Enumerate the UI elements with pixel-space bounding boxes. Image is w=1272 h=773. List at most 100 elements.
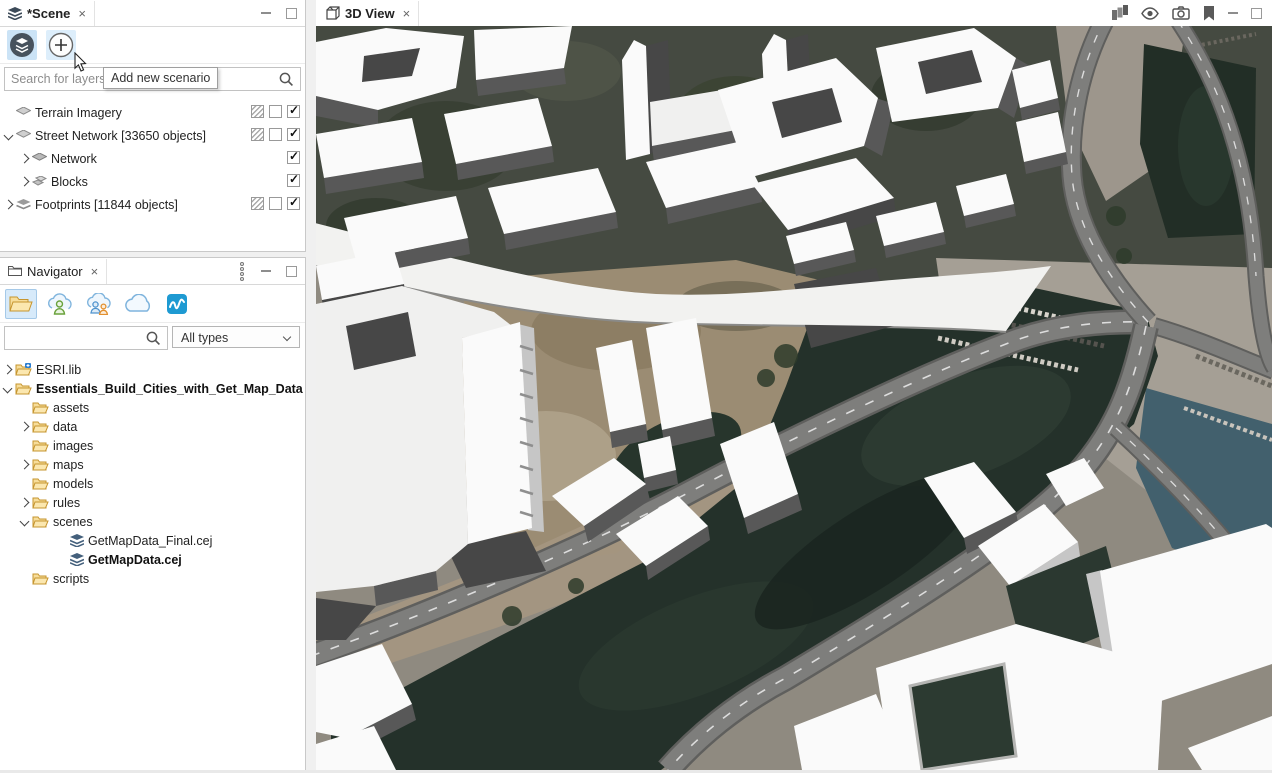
layer-row-network[interactable]: Network [0,147,305,170]
tree-item-scenes[interactable]: scenes [0,512,305,531]
expand-closed-icon[interactable] [20,460,30,470]
footprints-layer-icon [16,199,31,211]
add-scenario-button[interactable] [46,30,76,60]
cube-icon [326,6,340,20]
tree-item-scripts[interactable]: scripts [0,569,305,588]
eye-icon[interactable] [1141,7,1159,20]
cloud-user-icon [46,293,74,315]
maximize-icon[interactable] [286,266,297,277]
tree-item-esri-lib[interactable]: ESRI.lib [0,360,305,379]
layer-checkbox[interactable] [287,197,300,210]
scene-file-icon [70,534,84,547]
open-folder-icon [15,382,32,395]
3d-viewport[interactable] [316,26,1272,770]
tree-item-project[interactable]: Essentials_Build_Cities_with_Get_Map_Dat… [0,379,305,398]
workspace-tree: ESRI.lib Essentials_Build_Cities_with_Ge… [0,355,305,588]
portal-button[interactable] [161,289,193,319]
open-folder-icon [9,294,33,314]
scene-file-icon [70,553,84,566]
portal-wave-icon [166,293,188,315]
layer-checkbox[interactable] [269,128,282,141]
expand-closed-icon[interactable] [20,422,30,432]
cloud-icon [123,294,153,314]
layer-checkbox[interactable] [269,197,282,210]
layer-checkbox[interactable] [251,105,264,118]
layer-checkbox[interactable] [287,151,300,164]
layer-checkbox[interactable] [287,128,300,141]
minimize-icon[interactable] [1228,12,1238,14]
folder-icon [32,572,49,585]
type-filter-dropdown[interactable]: All types [172,326,300,348]
my-content-button[interactable] [44,289,76,319]
expand-closed-icon[interactable] [19,154,29,164]
tree-item-scene-file[interactable]: GetMapData_Final.cej [0,531,305,550]
layer-row-terrain[interactable]: Terrain Imagery [0,101,305,124]
view3d-tab-label: 3D View [345,6,395,21]
plus-icon [48,32,74,58]
expand-closed-icon[interactable] [3,365,13,375]
expand-open-icon[interactable] [20,517,30,527]
scene-toolbar [0,27,305,64]
tree-item-images[interactable]: images [0,436,305,455]
folder-icon [32,420,49,433]
tab-scene[interactable]: *Scene × [0,1,95,26]
tree-item-models[interactable]: models [0,474,305,493]
search-icon [279,72,293,86]
view3d-tab-close-icon[interactable]: × [403,6,411,21]
scenario-layers-button[interactable] [7,30,37,60]
navigator-toolbar [0,285,305,323]
tree-item-rules[interactable]: rules [0,493,305,512]
folder-icon [32,496,49,509]
layer-row-blocks[interactable]: Blocks [0,170,305,193]
layer-row-footprints[interactable]: Footprints [11844 objects] [0,193,305,216]
view-menu-icon[interactable] [240,262,244,281]
minimize-icon[interactable] [261,270,271,272]
workspace-files-button[interactable] [5,289,37,319]
layer-checkbox[interactable] [251,128,264,141]
navigator-search-input[interactable] [4,326,168,350]
expand-open-icon[interactable] [3,384,13,394]
folder-tab-icon [8,265,22,277]
layer-checkbox[interactable] [287,174,300,187]
folder-icon [32,401,49,414]
scene-tab-close-icon[interactable]: × [78,6,86,21]
view3d-panel: 3D View × [316,0,1272,773]
scene-panel: *Scene × Add new s [0,0,306,252]
network-layer-icon [32,153,47,164]
scene-search-row: Add new scenario [0,64,305,97]
tree-item-data[interactable]: data [0,417,305,436]
layer-row-street-network[interactable]: Street Network [33650 objects] [0,124,305,147]
map-layer-icon [16,130,31,141]
tree-item-assets[interactable]: assets [0,398,305,417]
navigator-tab-close-icon[interactable]: × [91,264,99,279]
tab-navigator[interactable]: Navigator × [0,259,107,284]
public-content-button[interactable] [122,289,154,319]
minimize-icon[interactable] [261,12,271,14]
navigator-panel: Navigator × [0,257,306,770]
maximize-icon[interactable] [1251,8,1262,19]
layout-cards-icon[interactable] [1111,5,1128,21]
expand-closed-icon[interactable] [19,177,29,187]
expand-closed-icon[interactable] [3,200,13,210]
navigator-tabbar: Navigator × [0,258,305,285]
cloud-group-icon [85,293,113,315]
folder-icon [32,477,49,490]
camera-icon[interactable] [1172,6,1190,20]
maximize-icon[interactable] [286,8,297,19]
folder-icon [32,439,49,452]
expand-open-icon[interactable] [3,131,13,141]
groups-content-button[interactable] [83,289,115,319]
expand-closed-icon[interactable] [20,498,30,508]
scenario-icon [9,32,35,58]
folder-icon [32,458,49,471]
tree-item-maps[interactable]: maps [0,455,305,474]
layer-checkbox[interactable] [251,197,264,210]
search-icon [146,331,160,345]
navigator-filter-row: All types [0,323,305,355]
tree-item-scene-file-active[interactable]: GetMapData.cej [0,550,305,569]
bookmark-icon[interactable] [1203,6,1215,21]
layer-checkbox[interactable] [269,105,282,118]
scene-tabbar: *Scene × [0,0,305,27]
tab-3d-view[interactable]: 3D View × [316,1,419,26]
layer-checkbox[interactable] [287,105,300,118]
